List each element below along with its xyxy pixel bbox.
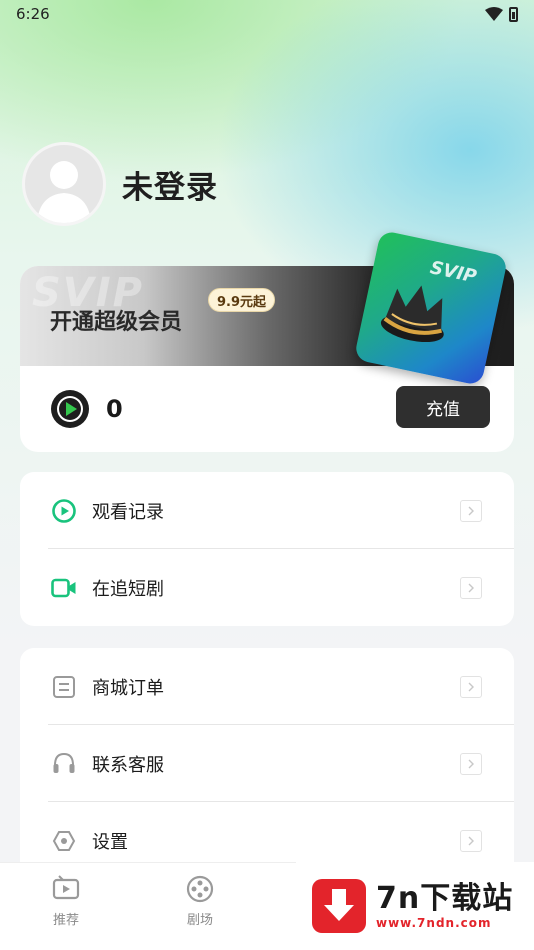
video-camera-icon bbox=[50, 574, 78, 602]
default-user-icon bbox=[37, 161, 91, 223]
profile-section[interactable]: 未登录 bbox=[22, 142, 218, 226]
menu-label-mall-orders: 商城订单 bbox=[92, 677, 164, 699]
wifi-icon bbox=[485, 7, 503, 21]
nav-tab-theater[interactable]: 剧场 bbox=[170, 875, 230, 928]
order-list-icon bbox=[50, 673, 78, 701]
menu-label-customer-service: 联系客服 bbox=[92, 754, 164, 776]
price-badge: 9.9元起 bbox=[208, 288, 276, 312]
headset-icon bbox=[50, 750, 78, 778]
nav-label-theater: 剧场 bbox=[186, 913, 213, 928]
balance-value: 0 bbox=[106, 395, 123, 423]
status-icons bbox=[485, 6, 518, 22]
recharge-button[interactable]: 充值 bbox=[396, 386, 490, 428]
watermark-text: 7n下载站 www.7ndn.com bbox=[376, 881, 514, 931]
vip-card: SVIP 开通超级会员 9.9元起 SVIP 0 充值 bbox=[20, 229, 514, 452]
crown-icon bbox=[380, 285, 444, 343]
coin-icon bbox=[51, 390, 89, 428]
menu-card-primary: 观看记录 在追短剧 bbox=[20, 472, 514, 626]
nav-tab-recommend[interactable]: 推荐 bbox=[36, 875, 96, 928]
menu-label-settings: 设置 bbox=[92, 831, 128, 853]
battery-icon bbox=[509, 6, 518, 22]
menu-item-mall-orders[interactable]: 商城订单 bbox=[20, 648, 514, 725]
download-arrow-icon bbox=[312, 879, 366, 933]
status-bar: 6:26 bbox=[0, 0, 534, 28]
watermark-url: www.7ndn.com bbox=[376, 916, 492, 930]
balance-row: 0 充值 bbox=[20, 366, 514, 452]
menu-card-secondary: 商城订单 联系客服 设置 bbox=[20, 648, 514, 862]
menu-item-following-dramas[interactable]: 在追短剧 bbox=[20, 549, 514, 626]
chevron-right-icon bbox=[460, 830, 482, 852]
chevron-right-icon bbox=[460, 500, 482, 522]
menu-item-settings[interactable]: 设置 bbox=[20, 802, 514, 862]
menu-item-watch-history[interactable]: 观看记录 bbox=[20, 472, 514, 549]
menu-item-customer-service[interactable]: 联系客服 bbox=[20, 725, 514, 802]
menu-label-following-dramas: 在追短剧 bbox=[92, 578, 164, 600]
chevron-right-icon bbox=[460, 676, 482, 698]
svip-card-graphic: SVIP bbox=[353, 229, 509, 387]
site-watermark: 7n下载站 www.7ndn.com bbox=[296, 862, 534, 950]
vip-title: 开通超级会员 bbox=[50, 310, 183, 335]
settings-hexagon-icon bbox=[50, 827, 78, 855]
watermark-title: 7n下载站 bbox=[376, 881, 514, 916]
avatar[interactable] bbox=[22, 142, 106, 226]
login-status-label[interactable]: 未登录 bbox=[122, 162, 218, 207]
menu-label-watch-history: 观看记录 bbox=[92, 501, 164, 523]
recommend-tv-icon bbox=[52, 875, 80, 900]
play-history-icon bbox=[50, 497, 78, 525]
status-time: 6:26 bbox=[16, 5, 50, 23]
nav-label-recommend: 推荐 bbox=[52, 913, 79, 928]
chevron-right-icon bbox=[460, 577, 482, 599]
film-reel-icon bbox=[186, 875, 214, 903]
chevron-right-icon bbox=[460, 753, 482, 775]
